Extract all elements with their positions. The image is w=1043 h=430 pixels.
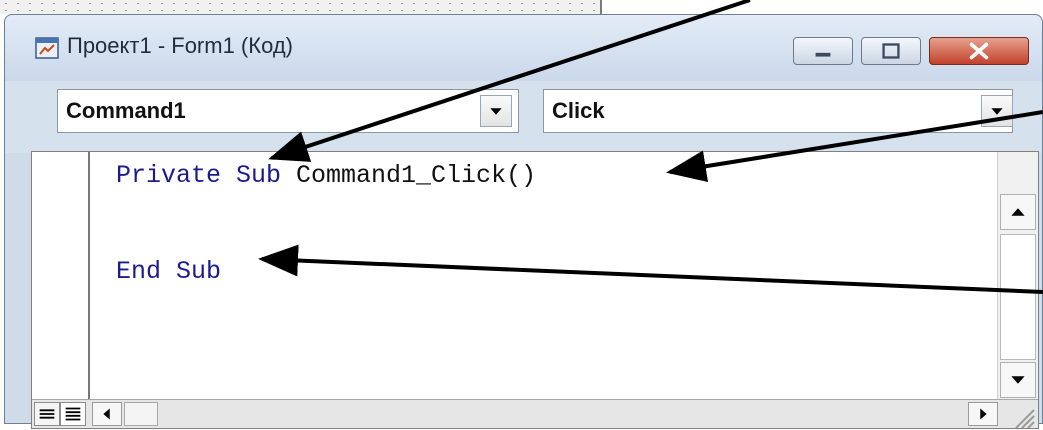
form-designer-background [0, 0, 602, 14]
code-line: End Sub [116, 248, 536, 296]
minimize-icon [815, 52, 831, 57]
procedure-view-icon [39, 409, 55, 419]
procedure-combo[interactable]: Click [543, 89, 1013, 133]
object-dropdown-button[interactable] [480, 95, 512, 127]
dropdown-arrow-icon [991, 108, 1003, 115]
dropdown-arrow-icon [490, 108, 502, 115]
vertical-scrollbar[interactable] [997, 152, 1038, 400]
title-bar[interactable]: Проект1 - Form1 (Код) [5, 15, 1042, 81]
scroll-down-icon [1011, 376, 1025, 384]
code-identifier: Command1_Click() [296, 161, 537, 190]
minimize-button[interactable] [793, 37, 853, 65]
close-button[interactable] [929, 37, 1029, 65]
horizontal-scroll-thumb[interactable] [124, 402, 158, 426]
scroll-track[interactable] [1000, 234, 1036, 360]
form-code-icon [35, 37, 59, 59]
scroll-up-button[interactable] [1000, 194, 1036, 230]
margin-indicator-bar[interactable] [32, 152, 90, 400]
window-title: Проект1 - Form1 (Код) [67, 33, 293, 58]
maximize-icon [882, 43, 900, 59]
scroll-right-icon [980, 408, 987, 420]
object-combo[interactable]: Command1 [57, 89, 519, 133]
full-module-view-icon [65, 407, 81, 421]
scroll-left-button[interactable] [92, 402, 122, 426]
code-line: Private Sub Command1_Click() [116, 152, 536, 200]
scroll-down-button[interactable] [1000, 362, 1036, 398]
scroll-left-icon [103, 408, 110, 420]
code-editor[interactable]: Private Sub Command1_Click() End Sub [31, 151, 1039, 429]
full-module-view-button[interactable] [60, 402, 86, 426]
close-icon [969, 42, 989, 60]
code-toolbar: Command1 Click [5, 81, 1042, 153]
code-window: Проект1 - Form1 (Код) Command1 Click Pri… [4, 14, 1043, 429]
scroll-right-button[interactable] [968, 402, 998, 426]
object-combo-value: Command1 [66, 98, 186, 123]
resize-grip-icon[interactable] [1006, 402, 1036, 428]
procedure-view-button[interactable] [34, 402, 60, 426]
code-keyword: Private Sub [116, 161, 297, 190]
code-keyword: End Sub [116, 257, 222, 286]
code-text[interactable]: Private Sub Command1_Click() End Sub [116, 152, 536, 296]
maximize-button[interactable] [861, 37, 921, 65]
procedure-combo-value: Click [552, 98, 605, 123]
procedure-dropdown-button[interactable] [981, 95, 1013, 127]
scroll-up-icon [1011, 208, 1025, 216]
